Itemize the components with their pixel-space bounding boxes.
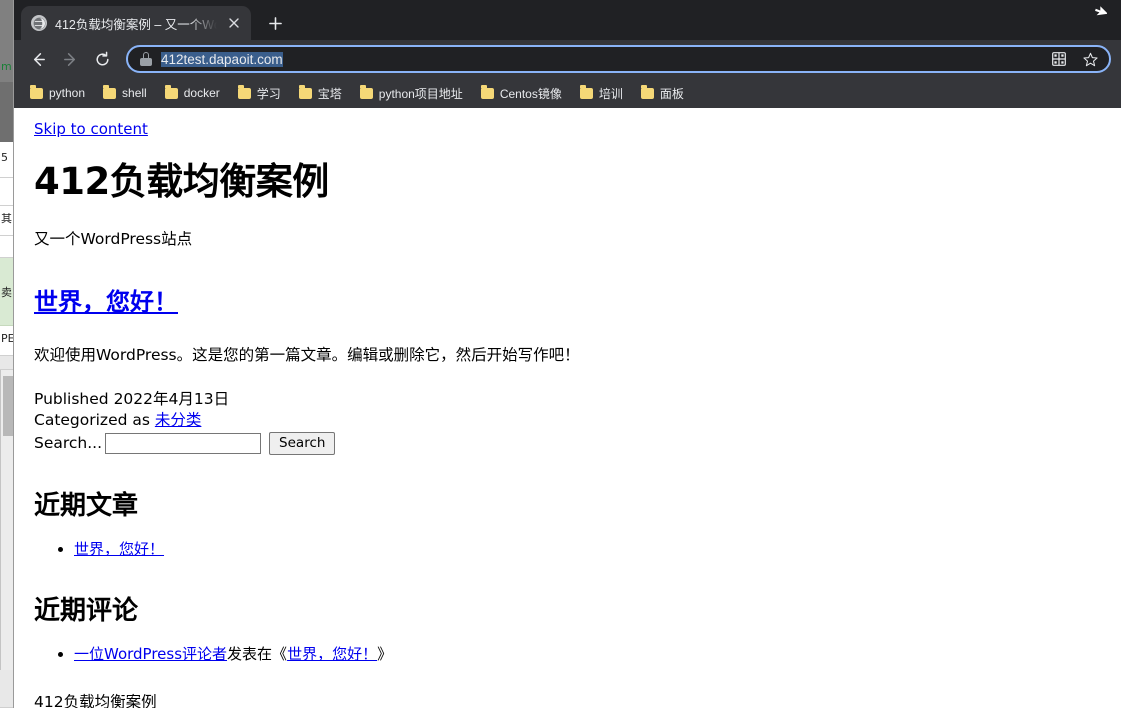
search-label: Search...	[34, 434, 103, 453]
forward-button[interactable]	[56, 45, 84, 73]
arrow-right-icon	[63, 52, 75, 66]
lock-icon	[140, 52, 152, 66]
page-viewport: Skip to content 412负载均衡案例 又一个WordPress站点…	[14, 108, 1121, 708]
globe-icon	[31, 15, 47, 31]
bookmark-label: 培训	[598, 86, 623, 101]
footer-site-name: 412负载均衡案例	[34, 692, 157, 708]
folder-icon	[103, 84, 117, 99]
bg-fragment-2: 其	[0, 206, 13, 236]
bg-fragment-row	[0, 236, 13, 258]
bg-fragment-band	[0, 82, 13, 142]
bookmarks-bar: python shell docker 学习 宝塔 python项目地址 Cen…	[14, 78, 1121, 108]
recent-posts-list: 世界，您好！	[20, 538, 1121, 561]
star-icon[interactable]	[1079, 48, 1101, 70]
comment-target-link[interactable]: 世界，您好！	[287, 645, 377, 663]
folder-icon	[30, 84, 43, 99]
bookmark-label: python项目地址	[378, 86, 463, 101]
post-meta: Published 2022年4月13日 Categorized as 未分类	[34, 389, 1121, 431]
screen: m 5 其 卖 PE 412负载均衡案例 – 又一个Word 412test.d…	[0, 0, 1121, 708]
background-window-sliver[interactable]: m 5 其 卖 PE	[0, 0, 14, 708]
post-excerpt: 欢迎使用WordPress。这是您的第一篇文章。编辑或删除它，然后开始写作吧！	[34, 345, 580, 364]
bookmark-label: shell	[122, 86, 147, 100]
bg-fragment-footer	[0, 670, 13, 708]
post-title-link[interactable]: 世界，您好！	[34, 288, 178, 316]
skip-to-content-link[interactable]: Skip to content	[34, 120, 148, 138]
folder-icon	[237, 84, 251, 99]
browser-tab-active[interactable]: 412负载均衡案例 – 又一个Word	[21, 6, 251, 40]
bg-fragment-row	[0, 178, 13, 206]
folder-icon	[164, 84, 178, 99]
recent-comments-list: 一位WordPress评论者发表在《世界，您好！》	[20, 643, 1121, 666]
bg-scrollbar-thumb[interactable]	[3, 376, 13, 436]
search-input[interactable]	[105, 432, 262, 454]
bookmark-item[interactable]: python项目地址	[352, 82, 471, 105]
bookmark-label: 学习	[256, 86, 281, 101]
widget-title-recent-posts: 近期文章	[34, 490, 139, 521]
search-button[interactable]: Search	[269, 431, 336, 455]
bookmark-label: docker	[183, 86, 220, 100]
post-title: 世界，您好！	[34, 282, 1121, 317]
url-text[interactable]: 412test.dapaoit.com	[161, 51, 1039, 67]
browser-toolbar: 412test.dapaoit.com	[14, 40, 1121, 78]
bg-fragment-row	[0, 356, 13, 370]
widget-title-recent-comments: 近期评论	[34, 596, 139, 627]
bookmark-item[interactable]: docker	[157, 83, 228, 103]
bookmark-label: Centos镜像	[499, 86, 562, 101]
folder-icon	[480, 84, 494, 99]
bookmark-item[interactable]: 宝塔	[291, 82, 350, 105]
categorized-prefix: Categorized as	[34, 410, 155, 429]
site-tagline: 又一个WordPress站点	[34, 229, 193, 248]
post-published: Published 2022年4月13日	[34, 389, 1121, 410]
search-form: Search... Search	[34, 431, 1121, 455]
recent-post-link[interactable]: 世界，您好！	[74, 540, 164, 558]
new-tab-button[interactable]	[261, 9, 289, 37]
bookmark-item[interactable]: Centos镜像	[473, 82, 570, 105]
url-value: 412test.dapaoit.com	[161, 51, 283, 67]
mouse-cursor-icon	[1093, 6, 1108, 20]
bookmark-item[interactable]: python	[22, 83, 93, 103]
bookmark-item[interactable]: 培训	[572, 82, 631, 105]
post-category: Categorized as 未分类	[34, 410, 1121, 431]
list-item: 一位WordPress评论者发表在《世界，您好！》	[74, 643, 1121, 666]
folder-icon	[579, 84, 593, 99]
wordpress-page: Skip to content 412负载均衡案例 又一个WordPress站点…	[14, 108, 1121, 708]
folder-icon	[359, 84, 373, 99]
comment-suffix-text: 》	[377, 645, 393, 664]
plus-icon	[268, 16, 282, 30]
tab-strip: 412负载均衡案例 – 又一个Word	[14, 0, 1121, 40]
tab-title: 412负载均衡案例 – 又一个Word	[55, 17, 217, 32]
bookmark-label: 面板	[659, 86, 684, 101]
category-link[interactable]: 未分类	[155, 411, 202, 429]
published-date: 2022年4月13日	[113, 389, 230, 408]
comment-middle-text: 发表在《	[227, 645, 288, 664]
bookmark-label: 宝塔	[317, 86, 342, 101]
bookmark-item[interactable]: shell	[95, 83, 155, 103]
close-icon[interactable]	[225, 14, 243, 32]
arrow-left-icon	[33, 52, 45, 66]
reload-icon	[95, 51, 109, 65]
bg-fragment-1: 5	[0, 142, 13, 178]
published-prefix: Published	[34, 389, 114, 408]
address-bar[interactable]: 412test.dapaoit.com	[126, 45, 1111, 73]
bg-fragment-header	[0, 0, 13, 60]
bg-fragment-3: 卖	[0, 258, 13, 326]
back-button[interactable]	[24, 45, 52, 73]
bg-scrollbar-track[interactable]	[0, 370, 13, 670]
bg-fragment-0: m	[0, 60, 13, 82]
site-title: 412负载均衡案例	[34, 160, 329, 203]
browser-window: 412负载均衡案例 – 又一个Word 412test.dapaoit.com …	[14, 0, 1121, 708]
page-footer: 412负载均衡案例 Proudly powered by WordPress.	[34, 692, 1121, 708]
bookmark-label: python	[49, 86, 86, 100]
reload-button[interactable]	[88, 45, 116, 73]
bookmark-item[interactable]: 学习	[230, 82, 289, 105]
list-item: 世界，您好！	[74, 538, 1121, 561]
bg-fragment-4: PE	[0, 326, 13, 356]
qr-code-icon[interactable]	[1048, 48, 1070, 70]
folder-icon	[640, 84, 654, 99]
comment-author-link[interactable]: 一位WordPress评论者	[74, 645, 227, 663]
folder-icon	[298, 84, 312, 99]
bookmark-item[interactable]: 面板	[633, 82, 692, 105]
